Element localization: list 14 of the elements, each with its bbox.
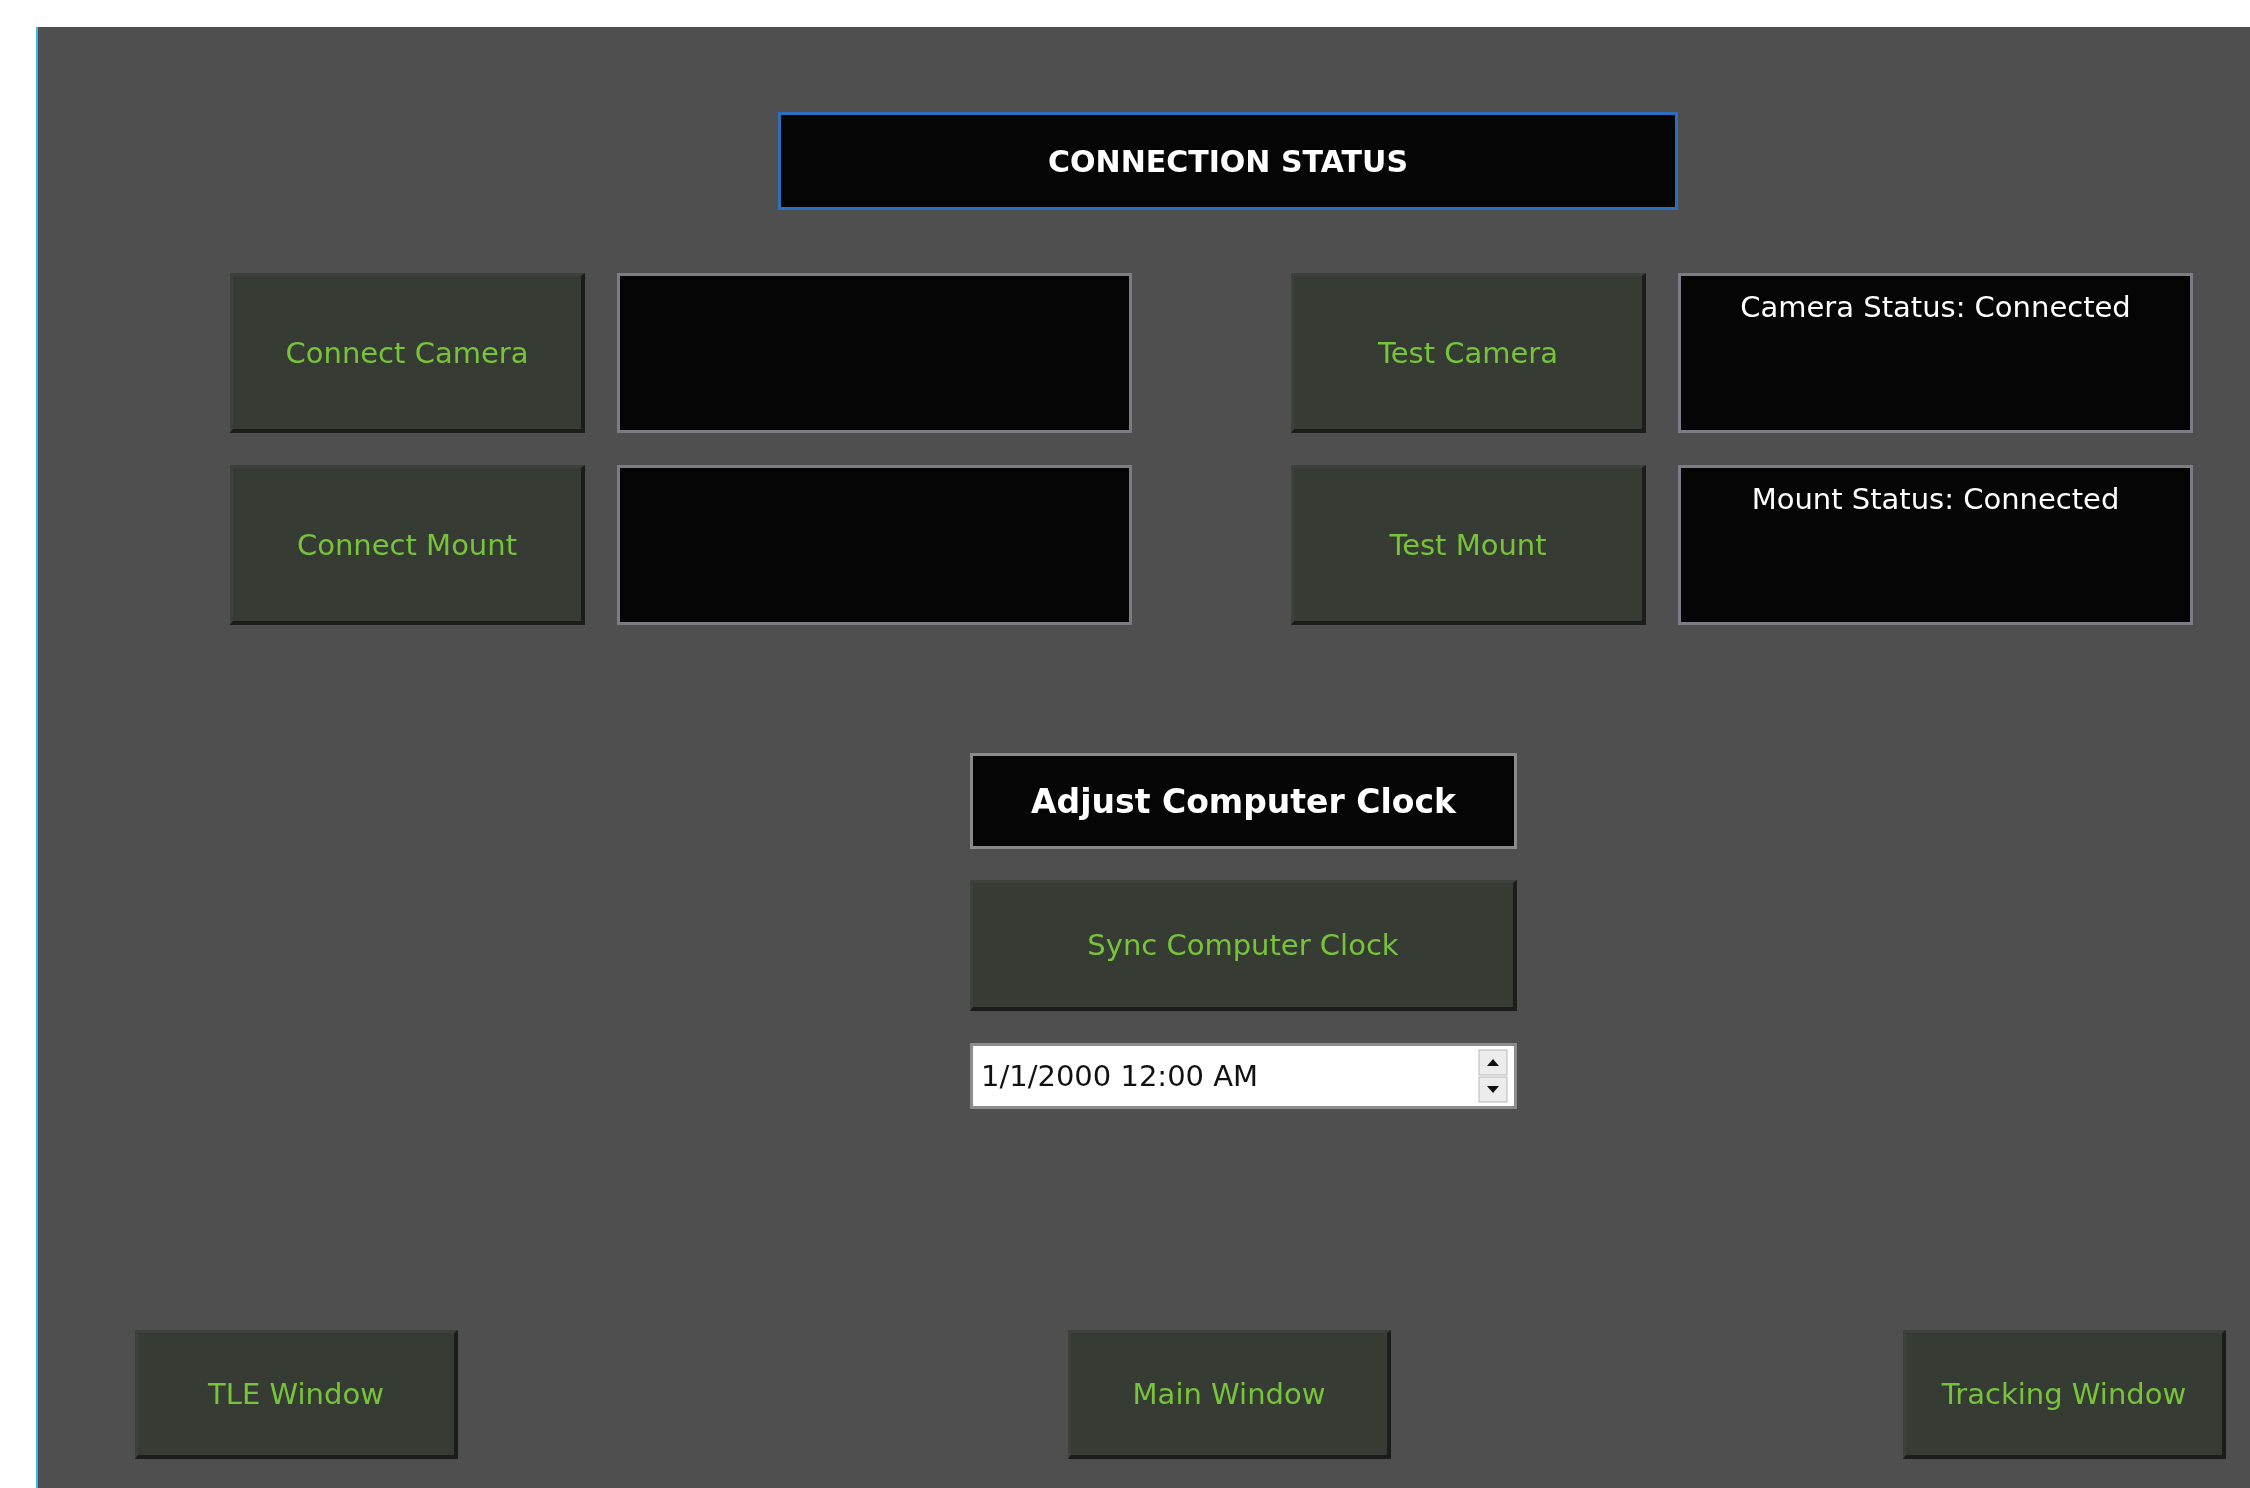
spinner-icon[interactable] <box>1478 1049 1508 1103</box>
window-button[interactable]: Tracking Window <box>1903 1330 2226 1459</box>
test-button[interactable]: Test Camera <box>1291 273 1646 433</box>
window-button[interactable]: Main Window <box>1068 1330 1391 1459</box>
connect-button[interactable]: Connect Mount <box>230 465 585 625</box>
section-heading: Adjust Computer Clock <box>970 753 1517 849</box>
status-box: Camera Status: Connected <box>1678 273 2193 433</box>
date-time-field[interactable]: 1/1/2000 12:00 AM <box>970 1043 1517 1109</box>
section-title: CONNECTION STATUS <box>778 112 1678 210</box>
status-box: Mount Status: Connected <box>1678 465 2193 625</box>
test-button[interactable]: Test Mount <box>1291 465 1646 625</box>
sync-button[interactable]: Sync Computer Clock <box>970 880 1517 1011</box>
connect-button[interactable]: Connect Camera <box>230 273 585 433</box>
window-button[interactable]: TLE Window <box>135 1330 458 1459</box>
